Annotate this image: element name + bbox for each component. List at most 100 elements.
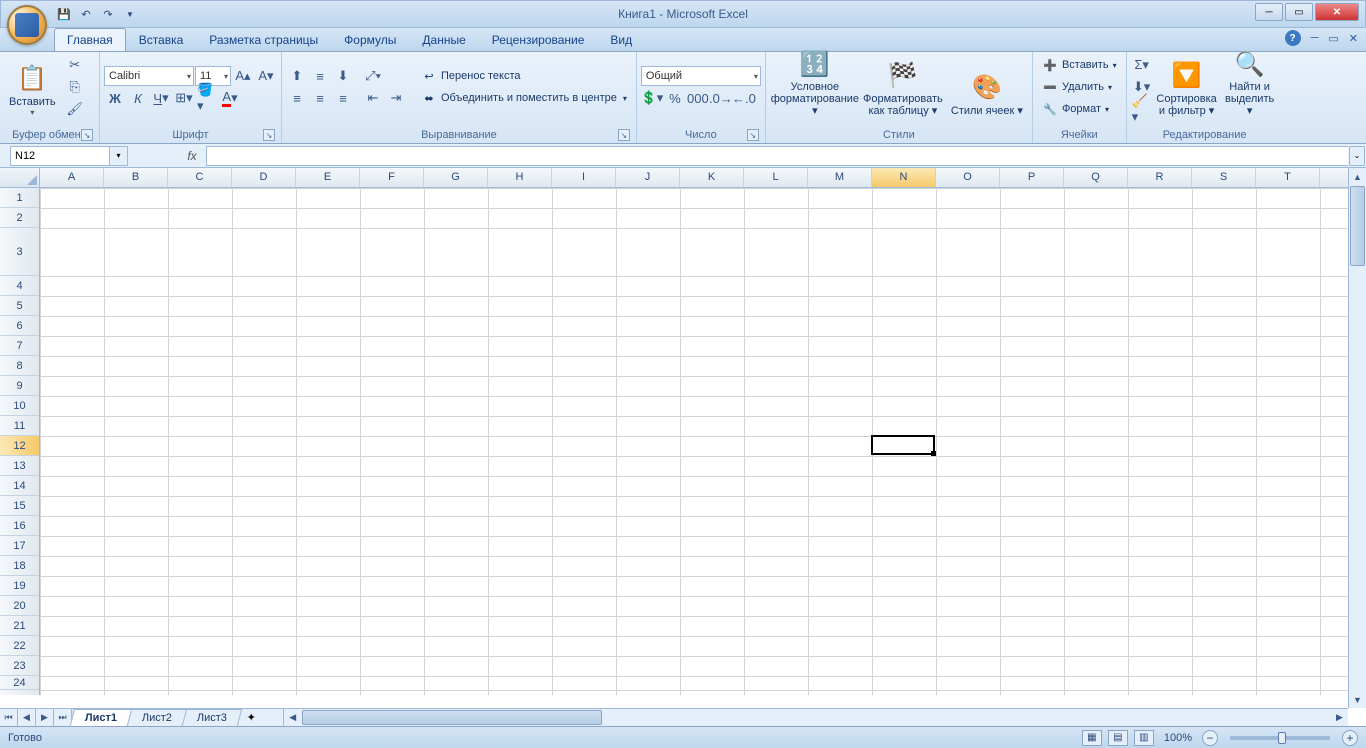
page-break-view-icon[interactable]: ▥ bbox=[1134, 730, 1154, 746]
column-header-N[interactable]: N bbox=[872, 168, 936, 187]
find-select-button[interactable]: 🔍 Найти и выделить ▾ bbox=[1221, 54, 1279, 120]
row-header-9[interactable]: 9 bbox=[0, 376, 39, 396]
conditional-formatting-button[interactable]: 🔢 Условное форматирование ▾ bbox=[770, 54, 860, 120]
tab-view[interactable]: Вид bbox=[597, 28, 645, 51]
column-header-E[interactable]: E bbox=[296, 168, 360, 187]
office-button[interactable] bbox=[7, 5, 47, 45]
minimize-button[interactable]: ─ bbox=[1255, 3, 1283, 21]
zoom-in-button[interactable]: + bbox=[1342, 730, 1358, 746]
row-header-3[interactable]: 3 bbox=[0, 228, 39, 276]
font-dialog-launcher[interactable]: ↘ bbox=[263, 129, 275, 141]
sheet-tab-2[interactable]: Лист2 bbox=[127, 709, 188, 726]
row-header-8[interactable]: 8 bbox=[0, 356, 39, 376]
maximize-button[interactable]: ▭ bbox=[1285, 3, 1313, 21]
column-header-P[interactable]: P bbox=[1000, 168, 1064, 187]
name-box[interactable]: N12 bbox=[10, 146, 110, 166]
scroll-down-icon[interactable]: ▼ bbox=[1349, 691, 1366, 708]
decrease-decimal-icon[interactable]: ←.0 bbox=[733, 88, 755, 108]
sort-filter-button[interactable]: 🔽 Сортировка и фильтр ▾ bbox=[1156, 54, 1218, 120]
align-center-icon[interactable]: ≡ bbox=[309, 88, 331, 108]
cell-styles-button[interactable]: 🎨 Стили ячеек ▾ bbox=[946, 54, 1028, 120]
column-header-S[interactable]: S bbox=[1192, 168, 1256, 187]
align-top-icon[interactable]: ⬆ bbox=[286, 66, 308, 86]
row-header-4[interactable]: 4 bbox=[0, 276, 39, 296]
font-name-combo[interactable]: Calibri▾ bbox=[104, 66, 194, 86]
row-header-16[interactable]: 16 bbox=[0, 516, 39, 536]
column-header-H[interactable]: H bbox=[488, 168, 552, 187]
increase-decimal-icon[interactable]: .0→ bbox=[710, 88, 732, 108]
column-header-O[interactable]: O bbox=[936, 168, 1000, 187]
column-header-A[interactable]: A bbox=[40, 168, 104, 187]
row-header-22[interactable]: 22 bbox=[0, 636, 39, 656]
sheet-tab-1[interactable]: Лист1 bbox=[70, 709, 133, 726]
align-left-icon[interactable]: ≡ bbox=[286, 88, 308, 108]
row-header-11[interactable]: 11 bbox=[0, 416, 39, 436]
redo-icon[interactable]: ↷ bbox=[99, 5, 117, 23]
row-header-24[interactable]: 24 bbox=[0, 676, 39, 690]
row-header-18[interactable]: 18 bbox=[0, 556, 39, 576]
merge-center-button[interactable]: ⬌Объединить и поместить в центре▾ bbox=[416, 88, 632, 108]
percent-icon[interactable]: % bbox=[664, 88, 686, 108]
row-header-2[interactable]: 2 bbox=[0, 208, 39, 228]
column-header-L[interactable]: L bbox=[744, 168, 808, 187]
fill-color-icon[interactable]: 🪣▾ bbox=[196, 88, 218, 108]
workbook-close-icon[interactable]: ✕ bbox=[1349, 32, 1358, 45]
tab-page-layout[interactable]: Разметка страницы bbox=[196, 28, 331, 51]
column-header-Q[interactable]: Q bbox=[1064, 168, 1128, 187]
row-header-23[interactable]: 23 bbox=[0, 656, 39, 676]
row-header-17[interactable]: 17 bbox=[0, 536, 39, 556]
tab-review[interactable]: Рецензирование bbox=[479, 28, 598, 51]
autosum-icon[interactable]: Σ▾ bbox=[1131, 55, 1153, 75]
tab-home[interactable]: Главная bbox=[54, 28, 126, 51]
column-header-M[interactable]: M bbox=[808, 168, 872, 187]
column-header-F[interactable]: F bbox=[360, 168, 424, 187]
normal-view-icon[interactable]: ▦ bbox=[1082, 730, 1102, 746]
column-header-J[interactable]: J bbox=[616, 168, 680, 187]
column-header-C[interactable]: C bbox=[168, 168, 232, 187]
fill-handle[interactable] bbox=[931, 451, 936, 456]
align-middle-icon[interactable]: ≡ bbox=[309, 66, 331, 86]
cells-area[interactable] bbox=[40, 188, 1366, 695]
scroll-right-icon[interactable]: ▶ bbox=[1331, 709, 1348, 726]
insert-cells-button[interactable]: ➕Вставить▾ bbox=[1037, 55, 1122, 75]
clipboard-dialog-launcher[interactable]: ↘ bbox=[81, 129, 93, 141]
save-icon[interactable]: 💾 bbox=[55, 5, 73, 23]
row-header-19[interactable]: 19 bbox=[0, 576, 39, 596]
formula-bar-expand[interactable]: ⌄ bbox=[1349, 146, 1365, 166]
scroll-left-icon[interactable]: ◀ bbox=[284, 709, 301, 726]
increase-indent-icon[interactable]: ⇥ bbox=[385, 88, 407, 108]
align-right-icon[interactable]: ≡ bbox=[332, 88, 354, 108]
column-header-R[interactable]: R bbox=[1128, 168, 1192, 187]
tab-insert[interactable]: Вставка bbox=[126, 28, 197, 51]
border-icon[interactable]: ⊞▾ bbox=[173, 88, 195, 108]
formula-input[interactable] bbox=[206, 146, 1348, 166]
delete-cells-button[interactable]: ➖Удалить▾ bbox=[1037, 77, 1122, 97]
tab-data[interactable]: Данные bbox=[409, 28, 478, 51]
row-header-6[interactable]: 6 bbox=[0, 316, 39, 336]
help-icon[interactable]: ? bbox=[1285, 30, 1301, 46]
align-bottom-icon[interactable]: ⬇ bbox=[332, 66, 354, 86]
currency-icon[interactable]: 💲▾ bbox=[641, 88, 663, 108]
row-header-12[interactable]: 12 bbox=[0, 436, 39, 456]
number-format-combo[interactable]: Общий▾ bbox=[641, 66, 761, 86]
row-header-1[interactable]: 1 bbox=[0, 188, 39, 208]
cut-icon[interactable]: ✂ bbox=[64, 55, 86, 75]
horizontal-scrollbar[interactable]: ◀ ▶ bbox=[283, 709, 1348, 726]
clear-icon[interactable]: 🧹▾ bbox=[1131, 99, 1153, 119]
selected-cell[interactable] bbox=[871, 435, 935, 455]
paste-button[interactable]: 📋 Вставить ▾ bbox=[4, 54, 61, 120]
italic-icon[interactable]: К bbox=[127, 88, 149, 108]
zoom-level[interactable]: 100% bbox=[1164, 732, 1192, 744]
tab-formulas[interactable]: Формулы bbox=[331, 28, 409, 51]
format-painter-icon[interactable]: 🖌 bbox=[64, 99, 86, 119]
comma-icon[interactable]: 000 bbox=[687, 88, 709, 108]
qat-customize-icon[interactable]: ▼ bbox=[121, 5, 139, 23]
row-header-14[interactable]: 14 bbox=[0, 476, 39, 496]
column-header-B[interactable]: B bbox=[104, 168, 168, 187]
row-header-10[interactable]: 10 bbox=[0, 396, 39, 416]
sheet-nav-next[interactable]: ▶ bbox=[36, 709, 54, 726]
name-box-dropdown[interactable]: ▾ bbox=[110, 146, 128, 166]
column-header-D[interactable]: D bbox=[232, 168, 296, 187]
column-header-K[interactable]: K bbox=[680, 168, 744, 187]
decrease-indent-icon[interactable]: ⇤ bbox=[362, 88, 384, 108]
